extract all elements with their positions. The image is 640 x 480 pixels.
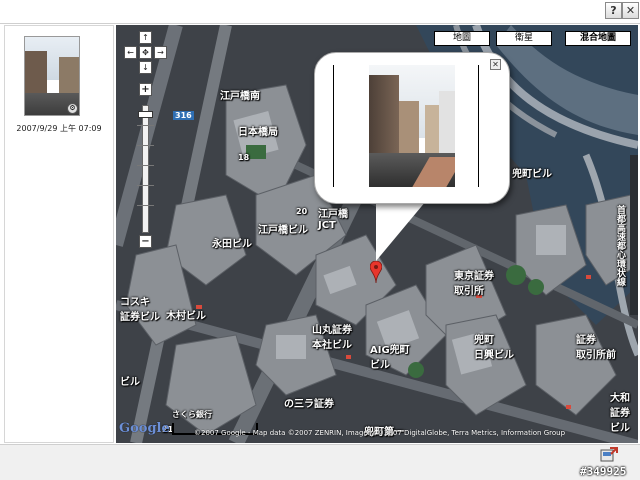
close-button[interactable]: ✕ bbox=[622, 2, 639, 19]
zoom-in-button[interactable]: + bbox=[139, 83, 152, 96]
thumbnail-building-left bbox=[25, 51, 47, 97]
satellite-map[interactable]: 地圖 衛星 混合地圖 ↑ ← ✥ → ↓ + − 316 江戸橋南 日本橋局 1… bbox=[116, 25, 638, 443]
compass-icon: ⚙ bbox=[67, 103, 78, 114]
expressway-label: 首都高速都心環状線 bbox=[615, 205, 625, 286]
place-label-aig-kabuto[interactable]: AIG兜町 ビル bbox=[370, 341, 410, 371]
place-label-kosuki[interactable]: コスキ 証券ビル bbox=[120, 293, 160, 323]
info-window: ✕ bbox=[314, 52, 510, 204]
block-number-20: 20 bbox=[296, 207, 308, 216]
photo-sidebar: ⚙ 2007/9/29 上午 07:09 bbox=[4, 25, 114, 443]
place-label-edobashi-jct[interactable]: 江戸橋 JCT bbox=[318, 205, 348, 231]
pan-center-button[interactable]: ✥ bbox=[139, 46, 152, 59]
pan-up-button[interactable]: ↑ bbox=[139, 31, 152, 44]
help-button[interactable]: ? bbox=[605, 2, 622, 19]
place-label-edobashi-bldg[interactable]: 江戸橋ビル bbox=[258, 221, 308, 236]
place-label-kabuto-bldg[interactable]: 兜町ビル bbox=[512, 165, 552, 180]
place-label-stock-exchange-front[interactable]: 証券 取引所前 bbox=[576, 331, 616, 361]
photo-timestamp: 2007/9/29 上午 07:09 bbox=[16, 124, 102, 133]
place-label-sakura-bank[interactable]: さくら銀行 bbox=[172, 409, 212, 420]
zoom-tick bbox=[137, 185, 154, 186]
map-type-hybrid-button[interactable]: 混合地圖 bbox=[565, 31, 631, 46]
pan-down-button[interactable]: ↓ bbox=[139, 61, 152, 74]
place-label-edobashi-minami[interactable]: 江戸橋南 bbox=[220, 87, 260, 102]
place-label-kabuto-nikko[interactable]: 兜町 日興ビル bbox=[474, 331, 514, 361]
place-label-kimura[interactable]: 木村ビル bbox=[166, 307, 206, 322]
place-label-tokyo-stock-exchange[interactable]: 東京証券 取引所 bbox=[454, 267, 494, 297]
map-copyright: ©2007 Google - Map data ©2007 ZENRIN, Im… bbox=[194, 429, 566, 437]
place-label-daiwa[interactable]: 大和 証券ビル bbox=[610, 389, 638, 434]
place-label-yamamaru[interactable]: 山丸証券 本社ビル bbox=[312, 321, 352, 351]
watermark-id: #349925 bbox=[580, 465, 627, 478]
street-photo[interactable] bbox=[333, 65, 479, 187]
info-window-pointer bbox=[376, 201, 426, 261]
pan-left-button[interactable]: ← bbox=[124, 46, 137, 59]
place-label-nagata-bldg[interactable]: 永田ビル bbox=[212, 235, 252, 250]
place-label-securities[interactable]: の三ラ証券 bbox=[284, 395, 334, 410]
zoom-slider-handle[interactable] bbox=[138, 111, 153, 119]
route-shield: 316 bbox=[173, 111, 194, 120]
zoom-tick bbox=[137, 145, 154, 146]
info-window-close-icon[interactable]: ✕ bbox=[490, 59, 501, 70]
place-label-nihonbashi-post[interactable]: 日本橋局 bbox=[238, 123, 278, 138]
thumbnail-building-right bbox=[59, 57, 79, 97]
location-pin-icon[interactable] bbox=[370, 261, 382, 283]
photo-scene bbox=[369, 65, 455, 187]
title-bar: ? ✕ bbox=[0, 0, 640, 24]
zoom-tick bbox=[137, 165, 154, 166]
photo-building bbox=[369, 75, 399, 165]
status-bar: #349925 bbox=[0, 444, 640, 480]
viewer-window: ? ✕ ⚙ 2007/9/29 上午 07:09 地圖 衛星 混合地圖 ↑ ← … bbox=[0, 0, 640, 480]
map-type-map-button[interactable]: 地圖 bbox=[434, 31, 490, 46]
zoom-tick bbox=[137, 125, 154, 126]
zoom-out-button[interactable]: − bbox=[139, 235, 152, 248]
block-number-18: 18 bbox=[238, 153, 250, 162]
google-logo[interactable]: Google bbox=[119, 421, 170, 436]
map-type-satellite-button[interactable]: 衛星 bbox=[496, 31, 552, 46]
pan-right-button[interactable]: → bbox=[154, 46, 167, 59]
photo-thumbnail[interactable]: ⚙ bbox=[24, 36, 80, 116]
export-icon[interactable] bbox=[600, 447, 618, 463]
zoom-tick bbox=[137, 205, 154, 206]
place-label-bldg[interactable]: ビル bbox=[120, 373, 140, 388]
